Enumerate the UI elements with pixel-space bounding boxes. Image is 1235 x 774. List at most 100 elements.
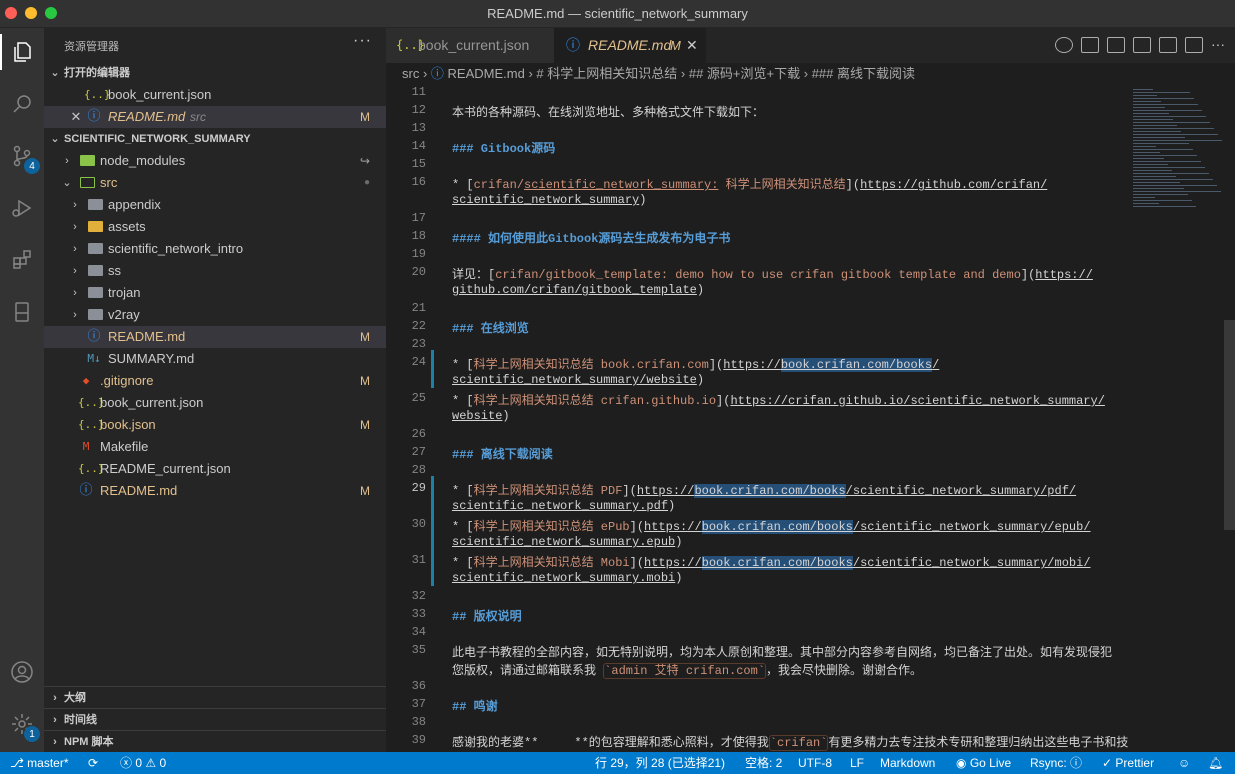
problems-status[interactable]: ⓧ 0 ⚠ 0	[120, 752, 166, 774]
go-live-button[interactable]: ◉ Go Live	[956, 752, 1011, 774]
tree-item-folder[interactable]: › trojan	[44, 282, 386, 304]
git-gutter-modified	[431, 476, 434, 586]
code-line: ## 鸣谢	[452, 700, 498, 714]
tab-readme-md[interactable]: ⓘ README.md M ✕	[554, 28, 706, 63]
tree-item-folder[interactable]: › scientific_network_intro	[44, 238, 386, 260]
breadcrumb-item[interactable]: # 科学上网相关知识总结	[536, 66, 677, 81]
line-number: 18	[411, 229, 426, 243]
tree-item-file[interactable]: {..} book_current.json	[44, 392, 386, 414]
info-file-icon: ⓘ	[430, 66, 448, 81]
line-ending[interactable]: LF	[850, 752, 864, 774]
modified-marker: M	[360, 110, 370, 124]
minimap-line	[1133, 146, 1156, 147]
line-number: 29	[411, 481, 426, 495]
open-preview-icon[interactable]	[1081, 37, 1099, 53]
more-actions-icon[interactable]: ···	[353, 32, 372, 50]
minimap-line	[1133, 89, 1153, 90]
chevron-right-icon: ›	[53, 692, 57, 704]
tree-item-file-selected[interactable]: ⓘ README.md M	[44, 326, 386, 348]
line-number: 25	[411, 391, 426, 405]
minimap-line	[1133, 158, 1164, 159]
code-line: * [科学上网相关知识总结 Mobi](https://book.crifan.…	[452, 556, 1091, 570]
tree-item-file[interactable]: {..} README_current.json	[44, 458, 386, 480]
sync-icon[interactable]: ⟳	[88, 752, 98, 774]
timeline-icon[interactable]	[1055, 37, 1073, 53]
split-editor-icon[interactable]	[1185, 37, 1203, 53]
folder-icon	[88, 243, 103, 254]
code-editor[interactable]: 11 12 本书的各种源码、在线浏览地址、多种格式文件下载如下： 13 14 ### Gi…	[386, 85, 1235, 752]
feedback-icon[interactable]: ☺	[1178, 752, 1190, 774]
minimap-line	[1133, 119, 1173, 120]
json-file-icon: {..}	[78, 396, 105, 409]
code-line: * [crifan/scientific_network_summary: 科学…	[452, 178, 1048, 192]
explorer-icon[interactable]	[0, 34, 38, 70]
tree-item-folder[interactable]: ⌄ src ●	[44, 172, 386, 194]
prettier-status[interactable]: ✓ Prettier	[1102, 752, 1154, 774]
tree-item-folder[interactable]: › appendix	[44, 194, 386, 216]
breadcrumb-item[interactable]: src	[402, 66, 419, 81]
tree-item-folder[interactable]: › ss	[44, 260, 386, 282]
breadcrumb-item[interactable]: README.md	[448, 66, 525, 81]
tree-item-file[interactable]: ◆ .gitignore M	[44, 370, 386, 392]
minimap[interactable]	[1125, 85, 1235, 752]
project-section[interactable]: ⌄ SCIENTIFIC_NETWORK_SUMMARY	[44, 128, 386, 150]
line-number: 33	[411, 607, 426, 621]
more-actions-icon[interactable]: ···	[1211, 37, 1225, 53]
branch-status[interactable]: ⎇ master*	[10, 752, 69, 774]
tab-book-current-json[interactable]: {..} book_current.json	[386, 28, 554, 63]
breadcrumb-item[interactable]: ## 源码+浏览+下载	[689, 66, 800, 81]
compare-changes-icon[interactable]	[1107, 37, 1125, 53]
sidebar-header: 资源管理器 ···	[44, 28, 386, 62]
minimap-line	[1133, 164, 1168, 165]
chevron-right-icon: ›	[65, 155, 69, 167]
tree-item-file[interactable]: {..} book.json M	[44, 414, 386, 436]
account-icon[interactable]	[6, 656, 38, 688]
close-icon[interactable]: ✕	[69, 106, 83, 128]
vertical-scrollbar[interactable]	[1224, 320, 1235, 530]
code-line: #### 如何使用此Gitbook源码去生成发布为电子书	[452, 232, 731, 246]
tree-item-folder[interactable]: › node_modules ↪	[44, 150, 386, 172]
rsync-status[interactable]: Rsync: ⓘ	[1030, 752, 1082, 774]
settings-gear-icon[interactable]: 1	[6, 708, 40, 742]
line-number: 39	[411, 733, 426, 747]
language-mode[interactable]: Markdown	[880, 752, 935, 774]
line-number: 11	[411, 85, 426, 99]
git-file-icon: ◆	[82, 374, 90, 387]
timeline-panel[interactable]: › 时间线	[44, 708, 386, 730]
cursor-position[interactable]: 行 29，列 28 (已选择21)	[595, 752, 725, 774]
run-debug-icon[interactable]	[6, 192, 38, 224]
tree-item-file[interactable]: M Makefile	[44, 436, 386, 458]
remote-explorer-icon[interactable]	[6, 296, 38, 328]
notifications-bell-icon[interactable]: 🔔︎	[1208, 752, 1223, 774]
chevron-right-icon: ›	[73, 243, 77, 255]
breadcrumb-item[interactable]: ### 离线下载阅读	[812, 66, 915, 81]
open-editors-section[interactable]: ⌄ 打开的编辑器	[44, 62, 386, 84]
indentation[interactable]: 空格: 2	[745, 752, 782, 774]
code-line: 此电子书教程的全部内容，如无特别说明，均为本人原创和整理。其中部分内容参考自网络…	[452, 646, 1113, 660]
source-control-icon[interactable]: 4	[6, 140, 40, 174]
search-icon[interactable]	[6, 88, 38, 120]
open-editor-item-active[interactable]: ✕ ⓘ README.md src M	[44, 106, 386, 128]
line-number: 14	[411, 139, 426, 153]
npm-scripts-panel[interactable]: › NPM 脚本	[44, 730, 386, 752]
folder-icon	[88, 309, 103, 320]
outline-panel[interactable]: › 大纲	[44, 686, 386, 708]
tree-item-file[interactable]: ⓘ README.md M	[44, 480, 386, 502]
open-editor-item[interactable]: {..} book_current.json	[44, 84, 386, 106]
close-tab-icon[interactable]: ✕	[686, 28, 698, 63]
tree-item-folder[interactable]: › assets	[44, 216, 386, 238]
open-changes-icon[interactable]	[1133, 37, 1151, 53]
chevron-right-icon: ›	[803, 66, 812, 81]
tree-item-folder[interactable]: › v2ray	[44, 304, 386, 326]
tree-item-file[interactable]: M↓ SUMMARY.md	[44, 348, 386, 370]
chevron-right-icon: ›	[73, 221, 77, 233]
encoding[interactable]: UTF-8	[798, 752, 832, 774]
line-number: 20	[411, 265, 426, 279]
preview-side-icon[interactable]	[1159, 37, 1177, 53]
minimap-line	[1133, 134, 1218, 135]
extensions-icon[interactable]	[6, 244, 38, 276]
line-number: 32	[411, 589, 426, 603]
folder-icon	[88, 287, 103, 298]
minimap-line	[1133, 143, 1189, 144]
line-number: 27	[411, 445, 426, 459]
